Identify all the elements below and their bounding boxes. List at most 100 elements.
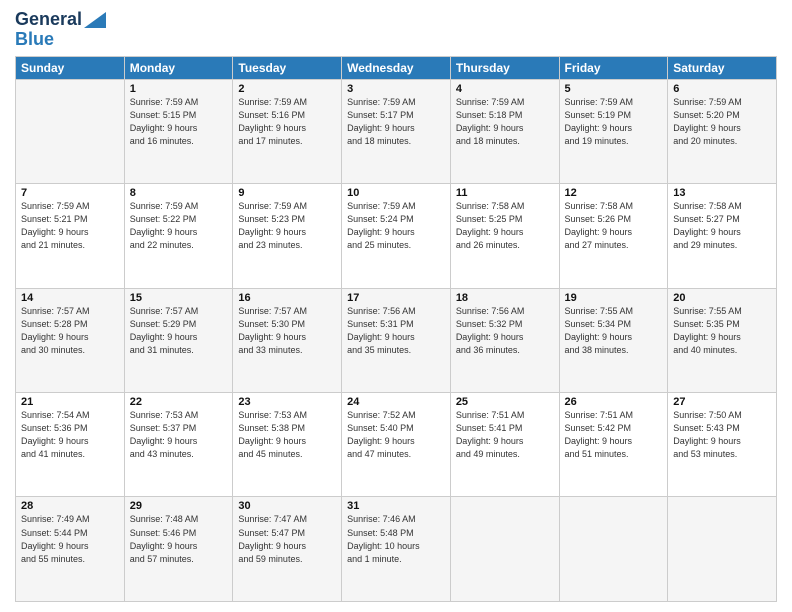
day-info: Sunrise: 7:59 AM Sunset: 5:23 PM Dayligh…	[238, 200, 336, 252]
weekday-thursday: Thursday	[450, 56, 559, 79]
day-number: 3	[347, 83, 445, 95]
day-number: 17	[347, 292, 445, 304]
calendar-table: SundayMondayTuesdayWednesdayThursdayFrid…	[15, 56, 777, 602]
day-number: 20	[673, 292, 771, 304]
day-cell: 21Sunrise: 7:54 AM Sunset: 5:36 PM Dayli…	[16, 393, 125, 497]
day-info: Sunrise: 7:59 AM Sunset: 5:15 PM Dayligh…	[130, 96, 228, 148]
day-info: Sunrise: 7:52 AM Sunset: 5:40 PM Dayligh…	[347, 409, 445, 461]
week-row-3: 21Sunrise: 7:54 AM Sunset: 5:36 PM Dayli…	[16, 393, 777, 497]
day-number: 4	[456, 83, 554, 95]
day-number: 9	[238, 187, 336, 199]
day-cell	[668, 497, 777, 602]
day-cell: 30Sunrise: 7:47 AM Sunset: 5:47 PM Dayli…	[233, 497, 342, 602]
day-number: 28	[21, 500, 119, 512]
day-info: Sunrise: 7:54 AM Sunset: 5:36 PM Dayligh…	[21, 409, 119, 461]
day-number: 25	[456, 396, 554, 408]
day-info: Sunrise: 7:59 AM Sunset: 5:17 PM Dayligh…	[347, 96, 445, 148]
day-number: 7	[21, 187, 119, 199]
day-cell: 13Sunrise: 7:58 AM Sunset: 5:27 PM Dayli…	[668, 184, 777, 288]
day-info: Sunrise: 7:59 AM Sunset: 5:16 PM Dayligh…	[238, 96, 336, 148]
day-number: 13	[673, 187, 771, 199]
weekday-saturday: Saturday	[668, 56, 777, 79]
logo-blue: Blue	[15, 30, 54, 50]
day-cell	[450, 497, 559, 602]
week-row-1: 7Sunrise: 7:59 AM Sunset: 5:21 PM Daylig…	[16, 184, 777, 288]
day-info: Sunrise: 7:53 AM Sunset: 5:38 PM Dayligh…	[238, 409, 336, 461]
weekday-header-row: SundayMondayTuesdayWednesdayThursdayFrid…	[16, 56, 777, 79]
day-cell: 19Sunrise: 7:55 AM Sunset: 5:34 PM Dayli…	[559, 288, 668, 392]
day-info: Sunrise: 7:55 AM Sunset: 5:34 PM Dayligh…	[565, 305, 663, 357]
day-info: Sunrise: 7:59 AM Sunset: 5:20 PM Dayligh…	[673, 96, 771, 148]
day-cell: 27Sunrise: 7:50 AM Sunset: 5:43 PM Dayli…	[668, 393, 777, 497]
logo: General Blue	[15, 10, 106, 50]
day-cell: 24Sunrise: 7:52 AM Sunset: 5:40 PM Dayli…	[342, 393, 451, 497]
day-info: Sunrise: 7:53 AM Sunset: 5:37 PM Dayligh…	[130, 409, 228, 461]
day-number: 24	[347, 396, 445, 408]
weekday-tuesday: Tuesday	[233, 56, 342, 79]
day-info: Sunrise: 7:51 AM Sunset: 5:41 PM Dayligh…	[456, 409, 554, 461]
day-number: 21	[21, 396, 119, 408]
day-number: 8	[130, 187, 228, 199]
header: General Blue	[15, 10, 777, 50]
weekday-friday: Friday	[559, 56, 668, 79]
day-cell	[559, 497, 668, 602]
day-number: 6	[673, 83, 771, 95]
day-cell: 29Sunrise: 7:48 AM Sunset: 5:46 PM Dayli…	[124, 497, 233, 602]
day-number: 12	[565, 187, 663, 199]
day-number: 22	[130, 396, 228, 408]
day-number: 31	[347, 500, 445, 512]
day-info: Sunrise: 7:58 AM Sunset: 5:27 PM Dayligh…	[673, 200, 771, 252]
day-cell: 9Sunrise: 7:59 AM Sunset: 5:23 PM Daylig…	[233, 184, 342, 288]
day-cell: 12Sunrise: 7:58 AM Sunset: 5:26 PM Dayli…	[559, 184, 668, 288]
logo-icon	[84, 12, 106, 28]
day-info: Sunrise: 7:58 AM Sunset: 5:26 PM Dayligh…	[565, 200, 663, 252]
day-info: Sunrise: 7:58 AM Sunset: 5:25 PM Dayligh…	[456, 200, 554, 252]
day-cell: 11Sunrise: 7:58 AM Sunset: 5:25 PM Dayli…	[450, 184, 559, 288]
day-number: 5	[565, 83, 663, 95]
day-info: Sunrise: 7:56 AM Sunset: 5:32 PM Dayligh…	[456, 305, 554, 357]
weekday-wednesday: Wednesday	[342, 56, 451, 79]
day-info: Sunrise: 7:59 AM Sunset: 5:21 PM Dayligh…	[21, 200, 119, 252]
day-cell: 18Sunrise: 7:56 AM Sunset: 5:32 PM Dayli…	[450, 288, 559, 392]
weekday-monday: Monday	[124, 56, 233, 79]
day-cell: 22Sunrise: 7:53 AM Sunset: 5:37 PM Dayli…	[124, 393, 233, 497]
day-cell: 4Sunrise: 7:59 AM Sunset: 5:18 PM Daylig…	[450, 79, 559, 183]
week-row-0: 1Sunrise: 7:59 AM Sunset: 5:15 PM Daylig…	[16, 79, 777, 183]
day-cell: 23Sunrise: 7:53 AM Sunset: 5:38 PM Dayli…	[233, 393, 342, 497]
day-info: Sunrise: 7:56 AM Sunset: 5:31 PM Dayligh…	[347, 305, 445, 357]
day-info: Sunrise: 7:59 AM Sunset: 5:19 PM Dayligh…	[565, 96, 663, 148]
day-info: Sunrise: 7:57 AM Sunset: 5:29 PM Dayligh…	[130, 305, 228, 357]
day-cell: 7Sunrise: 7:59 AM Sunset: 5:21 PM Daylig…	[16, 184, 125, 288]
day-cell	[16, 79, 125, 183]
day-number: 1	[130, 83, 228, 95]
day-info: Sunrise: 7:55 AM Sunset: 5:35 PM Dayligh…	[673, 305, 771, 357]
day-info: Sunrise: 7:59 AM Sunset: 5:18 PM Dayligh…	[456, 96, 554, 148]
day-cell: 14Sunrise: 7:57 AM Sunset: 5:28 PM Dayli…	[16, 288, 125, 392]
day-info: Sunrise: 7:59 AM Sunset: 5:24 PM Dayligh…	[347, 200, 445, 252]
day-number: 16	[238, 292, 336, 304]
day-cell: 25Sunrise: 7:51 AM Sunset: 5:41 PM Dayli…	[450, 393, 559, 497]
day-cell: 20Sunrise: 7:55 AM Sunset: 5:35 PM Dayli…	[668, 288, 777, 392]
day-cell: 31Sunrise: 7:46 AM Sunset: 5:48 PM Dayli…	[342, 497, 451, 602]
day-cell: 8Sunrise: 7:59 AM Sunset: 5:22 PM Daylig…	[124, 184, 233, 288]
day-info: Sunrise: 7:51 AM Sunset: 5:42 PM Dayligh…	[565, 409, 663, 461]
day-cell: 28Sunrise: 7:49 AM Sunset: 5:44 PM Dayli…	[16, 497, 125, 602]
day-number: 11	[456, 187, 554, 199]
day-info: Sunrise: 7:46 AM Sunset: 5:48 PM Dayligh…	[347, 513, 445, 565]
day-number: 19	[565, 292, 663, 304]
day-cell: 3Sunrise: 7:59 AM Sunset: 5:17 PM Daylig…	[342, 79, 451, 183]
day-info: Sunrise: 7:47 AM Sunset: 5:47 PM Dayligh…	[238, 513, 336, 565]
day-info: Sunrise: 7:48 AM Sunset: 5:46 PM Dayligh…	[130, 513, 228, 565]
day-number: 2	[238, 83, 336, 95]
day-cell: 6Sunrise: 7:59 AM Sunset: 5:20 PM Daylig…	[668, 79, 777, 183]
day-number: 29	[130, 500, 228, 512]
day-number: 30	[238, 500, 336, 512]
day-number: 26	[565, 396, 663, 408]
day-number: 18	[456, 292, 554, 304]
weekday-sunday: Sunday	[16, 56, 125, 79]
day-cell: 17Sunrise: 7:56 AM Sunset: 5:31 PM Dayli…	[342, 288, 451, 392]
day-cell: 5Sunrise: 7:59 AM Sunset: 5:19 PM Daylig…	[559, 79, 668, 183]
week-row-2: 14Sunrise: 7:57 AM Sunset: 5:28 PM Dayli…	[16, 288, 777, 392]
day-cell: 10Sunrise: 7:59 AM Sunset: 5:24 PM Dayli…	[342, 184, 451, 288]
day-info: Sunrise: 7:59 AM Sunset: 5:22 PM Dayligh…	[130, 200, 228, 252]
